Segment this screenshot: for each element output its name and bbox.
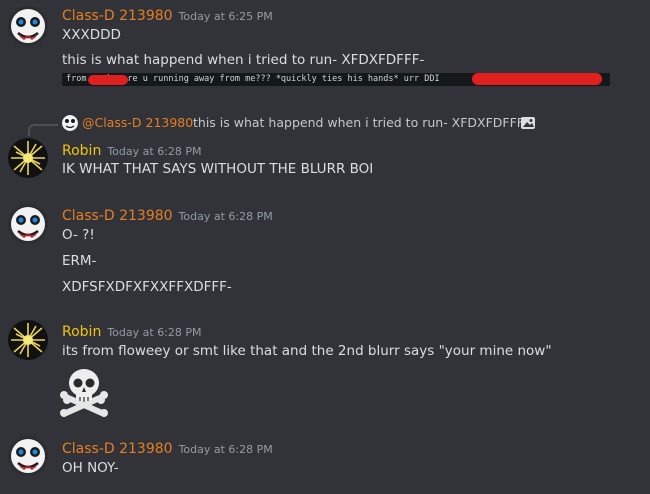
redaction-mark xyxy=(472,73,602,85)
author-name[interactable]: Class-D 213980 xyxy=(62,208,173,224)
message-line: XDFSFXDFXFXXFFXDFFF- xyxy=(62,279,232,295)
message-line: IK WHAT THAT SAYS WITHOUT THE BLURR BOI xyxy=(62,161,374,177)
classd-avatar[interactable] xyxy=(8,6,48,46)
timestamp: Today at 6:28 PM xyxy=(178,443,273,456)
timestamp: Today at 6:28 PM xyxy=(178,210,273,223)
timestamp: Today at 6:25 PM xyxy=(178,10,273,23)
image-attachment[interactable]: from : why are u running away from me???… xyxy=(62,73,610,86)
timestamp: Today at 6:28 PM xyxy=(107,145,202,158)
message-line: O- ?! xyxy=(62,227,95,243)
reply-preview-text[interactable]: this is what happend when i tried to run… xyxy=(193,115,529,130)
skull-crossbones-emoji[interactable] xyxy=(58,367,110,417)
author-name[interactable]: Class-D 213980 xyxy=(62,441,173,457)
author-name[interactable]: Robin xyxy=(62,324,101,340)
classd-avatar[interactable] xyxy=(8,436,48,476)
timestamp: Today at 6:28 PM xyxy=(107,326,202,339)
message-line: OH NOY- xyxy=(62,460,119,476)
message-line: its from floweey or smt like that and th… xyxy=(62,343,552,359)
message-line: ERM- xyxy=(62,253,97,269)
author-name[interactable]: Robin xyxy=(62,143,101,159)
robin-avatar[interactable] xyxy=(8,320,48,360)
author-name[interactable]: Class-D 213980 xyxy=(62,8,173,24)
reply-connector xyxy=(28,124,58,136)
message-line: this is what happend when i tried to run… xyxy=(62,52,425,68)
image-icon xyxy=(520,115,536,131)
reply-mention[interactable]: @Class-D 213980 xyxy=(82,115,193,130)
robin-avatar[interactable] xyxy=(8,138,48,178)
reply-avatar xyxy=(62,115,78,131)
redaction-mark xyxy=(88,75,128,85)
classd-avatar[interactable] xyxy=(8,204,48,244)
message-line: XXXDDD xyxy=(62,27,121,43)
